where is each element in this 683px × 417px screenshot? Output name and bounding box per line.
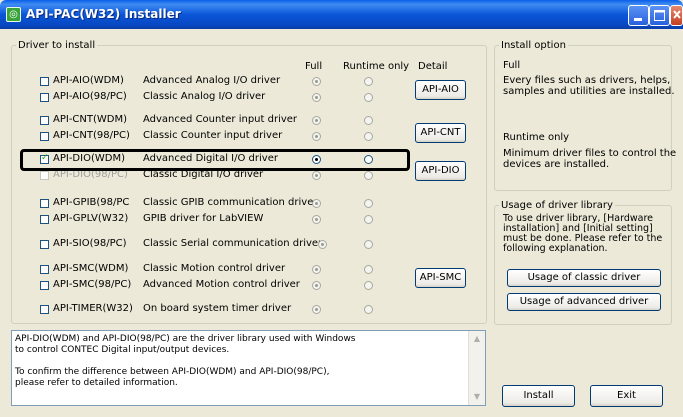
driver-name: API-AIO(WDM) bbox=[53, 75, 124, 86]
radio-runtime[interactable] bbox=[364, 77, 373, 86]
minimize-icon bbox=[634, 18, 642, 21]
radio-runtime[interactable] bbox=[364, 305, 373, 314]
driver-desc: Classic Counter input driver bbox=[143, 130, 283, 141]
driver-checkbox-aio-98pc[interactable] bbox=[40, 93, 49, 102]
driver-checkbox-gplv[interactable] bbox=[40, 215, 49, 224]
maximize-button[interactable] bbox=[649, 5, 670, 26]
selected-row-highlight bbox=[20, 149, 410, 171]
driver-checkbox-cnt-98pc[interactable] bbox=[40, 132, 49, 141]
detail-smc-button[interactable]: API-SMC bbox=[415, 268, 466, 288]
driver-name: API-GPLV(W32) bbox=[53, 213, 129, 224]
radio-runtime[interactable] bbox=[364, 93, 373, 102]
driver-name: API-SMC(WDM) bbox=[53, 263, 129, 274]
detail-aio-button[interactable]: API-AIO bbox=[415, 80, 466, 100]
header-full: Full bbox=[305, 61, 323, 72]
full-option-title: Full bbox=[503, 60, 521, 71]
radio-full[interactable] bbox=[312, 116, 321, 125]
info-text: API-DIO(WDM) and API-DIO(98/PC) are the … bbox=[15, 334, 356, 388]
info-textbox[interactable]: API-DIO(WDM) and API-DIO(98/PC) are the … bbox=[11, 330, 486, 406]
title-bar[interactable]: ◎ API-PAC(W32) Installer bbox=[0, 0, 683, 29]
radio-full[interactable] bbox=[312, 281, 321, 290]
driver-checkbox-aio-wdm[interactable] bbox=[40, 77, 49, 86]
radio-runtime[interactable] bbox=[364, 281, 373, 290]
driver-name: API-GPIB(98/PC bbox=[53, 197, 130, 208]
driver-checkbox-cnt-wdm[interactable] bbox=[40, 116, 49, 125]
radio-full[interactable] bbox=[312, 305, 321, 314]
exit-button[interactable]: Exit bbox=[590, 385, 663, 407]
install-button[interactable]: Install bbox=[502, 385, 575, 407]
radio-runtime[interactable] bbox=[364, 265, 373, 274]
radio-runtime[interactable] bbox=[364, 240, 373, 249]
radio-full[interactable] bbox=[312, 132, 321, 141]
driver-desc: GPIB driver for LabVIEW bbox=[143, 213, 264, 224]
usage-desc: To use driver library, [Hardware install… bbox=[503, 213, 663, 254]
radio-full[interactable] bbox=[312, 265, 321, 274]
driver-checkbox-dio-98pc[interactable] bbox=[40, 171, 49, 180]
radio-runtime[interactable] bbox=[364, 215, 373, 224]
driver-desc: Classic Analog I/O driver bbox=[143, 91, 266, 102]
driver-group-legend: Driver to install bbox=[18, 40, 96, 51]
driver-checkbox-sio[interactable] bbox=[40, 240, 49, 249]
driver-name: API-AIO(98/PC) bbox=[53, 91, 127, 102]
driver-checkbox-smc-98pc[interactable] bbox=[40, 281, 49, 290]
radio-full[interactable] bbox=[312, 93, 321, 102]
detail-cnt-button[interactable]: API-CNT bbox=[415, 123, 466, 143]
usage-classic-button[interactable]: Usage of classic driver bbox=[507, 269, 661, 287]
driver-checkbox-gpib[interactable] bbox=[40, 199, 49, 208]
detail-dio-button[interactable]: API-DIO bbox=[415, 161, 466, 181]
radio-full[interactable] bbox=[318, 240, 327, 249]
radio-full[interactable] bbox=[312, 171, 321, 180]
radio-runtime[interactable] bbox=[364, 199, 373, 208]
minimize-button[interactable] bbox=[628, 5, 649, 26]
driver-name: API-CNT(98/PC) bbox=[53, 130, 130, 141]
driver-checkbox-smc-wdm[interactable] bbox=[40, 265, 49, 274]
driver-desc: Classic Motion control driver bbox=[143, 263, 286, 274]
close-button[interactable] bbox=[670, 5, 683, 26]
runtime-option-title: Runtime only bbox=[503, 132, 570, 143]
driver-checkbox-timer[interactable] bbox=[40, 305, 49, 314]
driver-desc: Classic GPIB communication driver bbox=[143, 197, 318, 208]
radio-full[interactable] bbox=[312, 199, 321, 208]
close-icon bbox=[673, 10, 681, 19]
app-icon: ◎ bbox=[6, 7, 21, 22]
scroll-up-icon[interactable]: ▲ bbox=[471, 333, 483, 345]
driver-desc: Advanced Counter input driver bbox=[143, 114, 298, 125]
runtime-option-desc: Minimum driver files to control the devi… bbox=[503, 148, 677, 170]
driver-name: API-CNT(WDM) bbox=[53, 114, 128, 125]
install-option-legend: Install option bbox=[501, 40, 566, 51]
radio-full[interactable] bbox=[312, 215, 321, 224]
header-detail: Detail bbox=[418, 61, 448, 72]
info-scrollbar[interactable]: ▲ ▼ bbox=[468, 331, 485, 405]
maximize-icon bbox=[654, 10, 665, 21]
window-title: API-PAC(W32) Installer bbox=[26, 7, 181, 21]
usage-advanced-button[interactable]: Usage of advanced driver bbox=[507, 293, 661, 311]
driver-desc: Advanced Motion control driver bbox=[143, 279, 300, 290]
driver-name: API-SMC(98/PC) bbox=[53, 279, 132, 290]
radio-runtime[interactable] bbox=[364, 171, 373, 180]
radio-runtime[interactable] bbox=[364, 132, 373, 141]
scroll-down-icon[interactable]: ▼ bbox=[471, 391, 483, 403]
driver-desc: Advanced Analog I/O driver bbox=[143, 75, 281, 86]
full-option-desc: Every files such as drivers, helps, samp… bbox=[503, 75, 675, 97]
driver-name: API-TIMER(W32) bbox=[53, 303, 133, 314]
driver-desc: Classic Serial communication driver bbox=[143, 238, 323, 249]
radio-runtime[interactable] bbox=[364, 116, 373, 125]
radio-full[interactable] bbox=[312, 77, 321, 86]
installer-window: ◎ API-PAC(W32) Installer Driver to insta… bbox=[0, 0, 683, 417]
usage-group-legend: Usage of driver library bbox=[501, 200, 613, 211]
driver-name: API-SIO(98/PC) bbox=[53, 238, 127, 249]
header-runtime: Runtime only bbox=[343, 61, 410, 72]
driver-desc: On board system timer driver bbox=[143, 303, 292, 314]
